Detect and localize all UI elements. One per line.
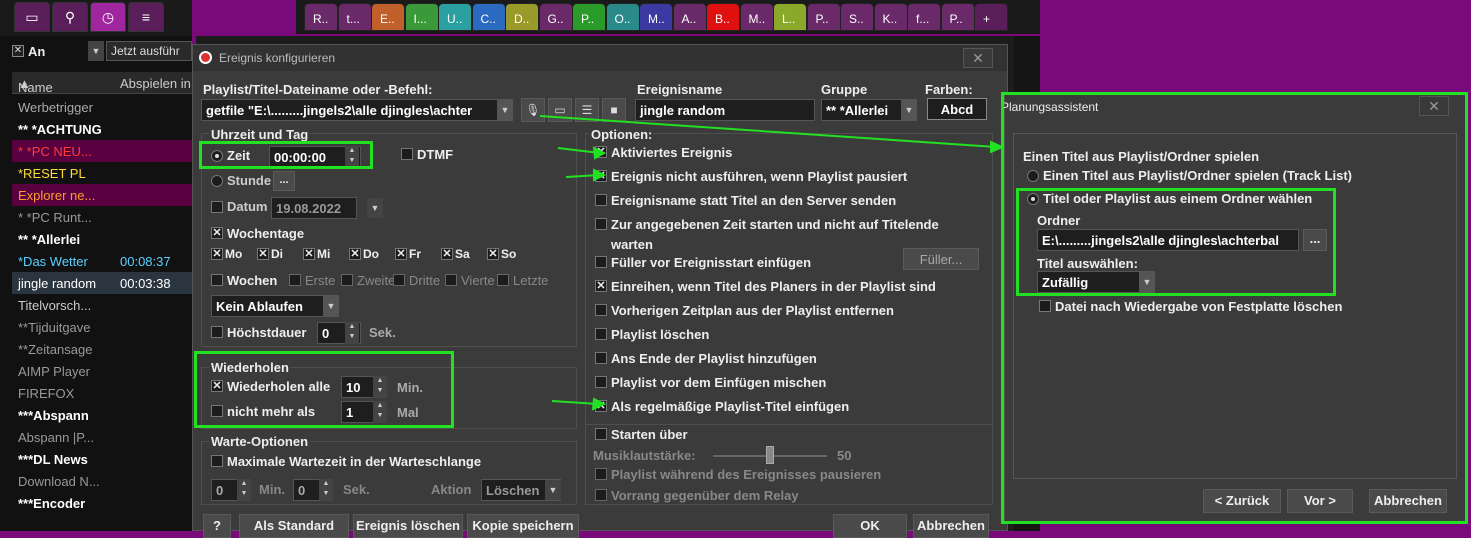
arrow-head bbox=[593, 168, 607, 182]
annotation-arrows bbox=[539, 115, 1005, 411]
arrow-line bbox=[551, 400, 599, 405]
arrow-head bbox=[592, 146, 607, 160]
arrow-head bbox=[990, 140, 1005, 154]
arrow-line bbox=[539, 115, 997, 148]
arrow-head bbox=[591, 397, 607, 411]
